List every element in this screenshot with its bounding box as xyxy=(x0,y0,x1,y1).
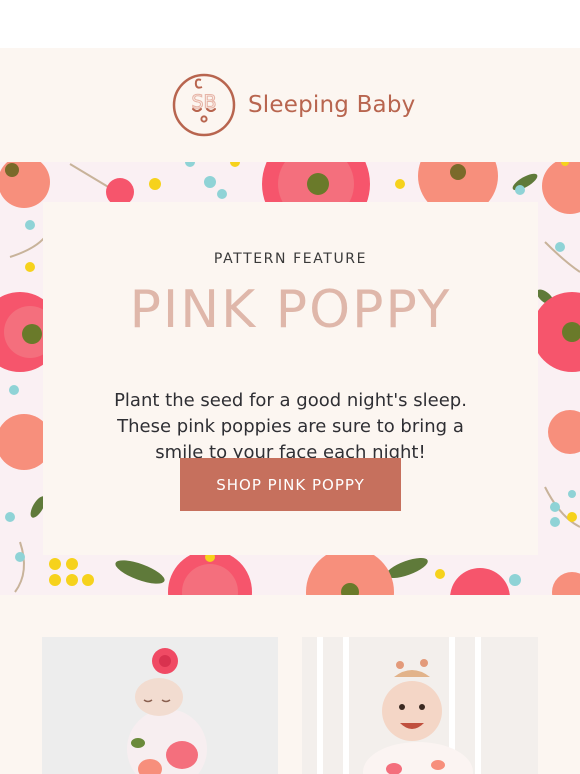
feature-card: PATTERN FEATURE PINK POPPY Plant the see… xyxy=(43,202,538,555)
eyebrow-label: PATTERN FEATURE xyxy=(213,251,368,267)
pattern-headline: PINK POPPY xyxy=(129,280,452,340)
top-spacer xyxy=(0,0,580,48)
shop-pink-poppy-button[interactable]: SHOP PINK POPPY xyxy=(180,458,401,511)
product-photo-toddler-sleepsuit[interactable] xyxy=(302,637,538,774)
hero-description: Plant the seed for a good night's sleep.… xyxy=(114,390,467,463)
sleeping-baby-face-icon[interactable]: SB xyxy=(171,72,237,138)
product-photo-newborn-swaddle[interactable] xyxy=(42,637,278,774)
email-body: SB Sleeping Baby PATTERN FEATURE PINK PO… xyxy=(0,48,580,774)
hero-banner: PATTERN FEATURE PINK POPPY Plant the see… xyxy=(0,162,580,595)
brand-name[interactable]: Sleeping Baby xyxy=(248,92,415,118)
brand-header: SB Sleeping Baby xyxy=(0,70,580,140)
